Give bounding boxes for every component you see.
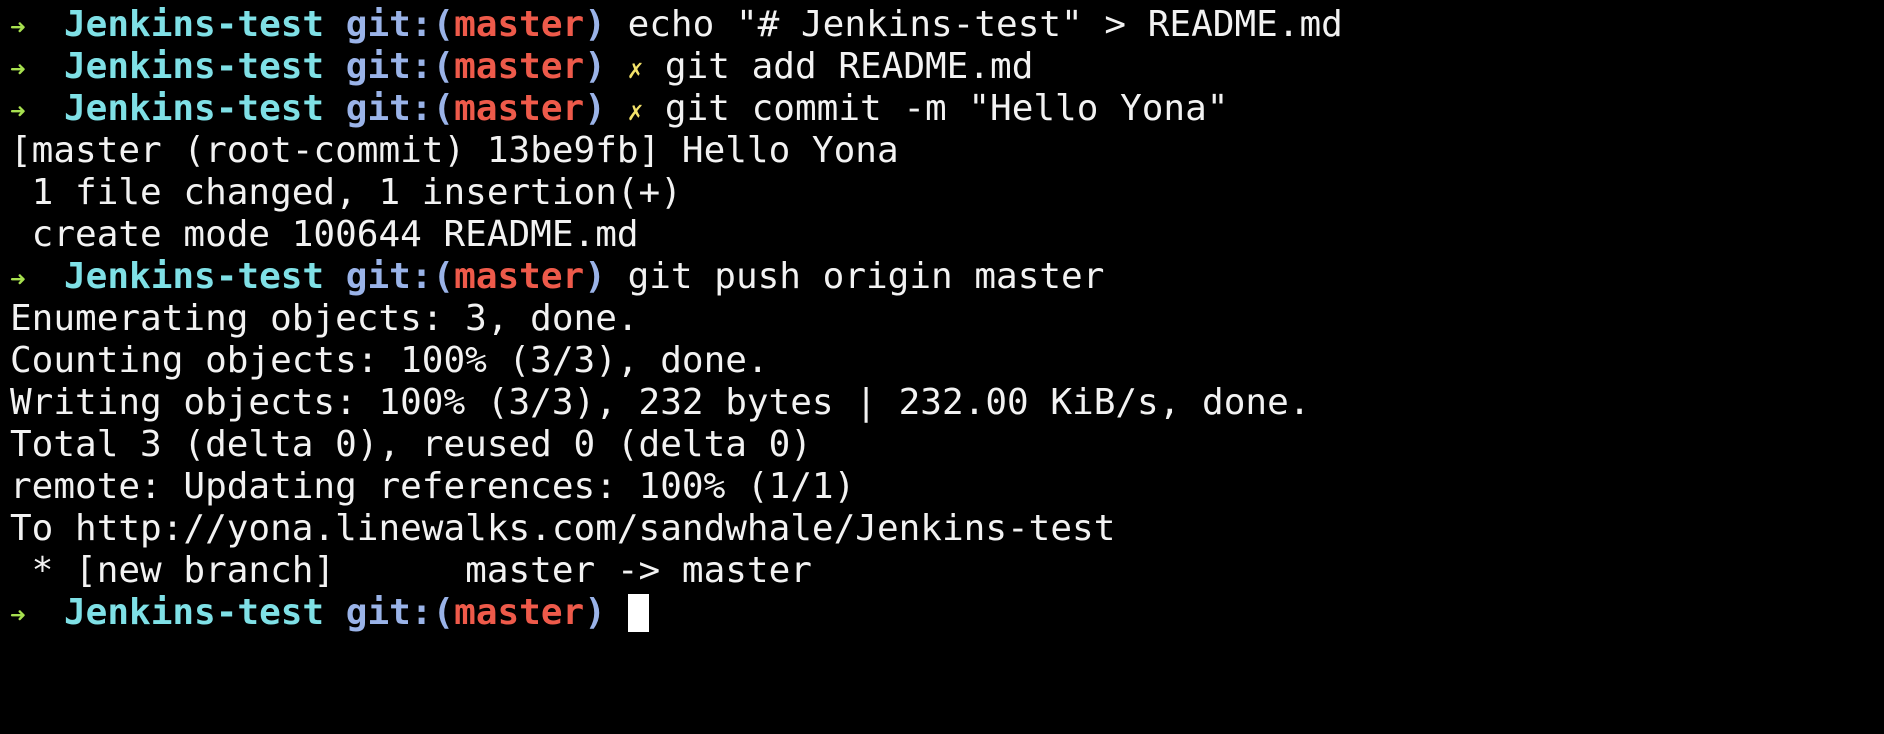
terminal-window[interactable]: ➜ Jenkins-test git:(master) echo "# Jenki… xyxy=(0,0,1884,734)
prompt-branch: master xyxy=(454,592,585,633)
prompt-directory: Jenkins-test xyxy=(64,4,325,45)
prompt-git-label: git:( xyxy=(345,256,455,297)
prompt-branch: master xyxy=(454,88,585,129)
dirty-marker-icon: ✗ xyxy=(627,97,644,127)
prompt-arrow-icon: ➜ xyxy=(10,55,26,85)
command-text: echo "# Jenkins-test" > README.md xyxy=(627,4,1343,45)
prompt-arrow-icon: ➜ xyxy=(10,601,26,631)
text-cursor[interactable] xyxy=(627,594,649,632)
prompt-git-close: ) xyxy=(584,592,606,633)
prompt-line: ➜ Jenkins-test git:(master) ✗ git add REA… xyxy=(10,46,1884,88)
prompt-directory: Jenkins-test xyxy=(64,256,325,297)
prompt-branch: master xyxy=(454,46,585,87)
prompt-arrow-icon: ➜ xyxy=(10,97,26,127)
dirty-marker-icon: ✗ xyxy=(627,55,644,85)
prompt-git-label: git:( xyxy=(345,4,455,45)
command-text: git add README.md xyxy=(664,46,1034,87)
prompt-branch: master xyxy=(454,256,585,297)
prompt-git-label: git:( xyxy=(345,88,455,129)
prompt-directory: Jenkins-test xyxy=(64,88,325,129)
output-line: 1 file changed, 1 insertion(+) xyxy=(10,172,682,213)
prompt-git-close: ) xyxy=(584,256,606,297)
output-line: Counting objects: 100% (3/3), done. xyxy=(10,340,769,381)
prompt-git-label: git:( xyxy=(345,592,455,633)
prompt-git-close: ) xyxy=(584,88,606,129)
prompt-branch: master xyxy=(454,4,585,45)
prompt-git-close: ) xyxy=(584,46,606,87)
prompt-line: ➜ Jenkins-test git:(master) git push orig… xyxy=(10,256,1884,298)
active-prompt-line[interactable]: ➜ Jenkins-test git:(master) xyxy=(10,592,1884,634)
prompt-git-close: ) xyxy=(584,4,606,45)
prompt-directory: Jenkins-test xyxy=(64,592,325,633)
output-line: Total 3 (delta 0), reused 0 (delta 0) xyxy=(10,424,812,465)
output-line: Enumerating objects: 3, done. xyxy=(10,298,639,339)
prompt-directory: Jenkins-test xyxy=(64,46,325,87)
output-line: * [new branch] master -> master xyxy=(10,550,812,591)
prompt-arrow-icon: ➜ xyxy=(10,265,26,295)
prompt-arrow-icon: ➜ xyxy=(10,13,26,43)
prompt-line: ➜ Jenkins-test git:(master) echo "# Jenki… xyxy=(10,4,1884,46)
output-line: create mode 100644 README.md xyxy=(10,214,639,255)
output-line: Writing objects: 100% (3/3), 232 bytes |… xyxy=(10,382,1311,423)
output-line: To http://yona.linewalks.com/sandwhale/J… xyxy=(10,508,1116,549)
command-text: git push origin master xyxy=(627,256,1105,297)
prompt-git-label: git:( xyxy=(345,46,455,87)
output-line: [master (root-commit) 13be9fb] Hello Yon… xyxy=(10,130,899,171)
prompt-line: ➜ Jenkins-test git:(master) ✗ git commit … xyxy=(10,88,1884,130)
command-text: git commit -m "Hello Yona" xyxy=(664,88,1229,129)
output-line: remote: Updating references: 100% (1/1) xyxy=(10,466,856,507)
